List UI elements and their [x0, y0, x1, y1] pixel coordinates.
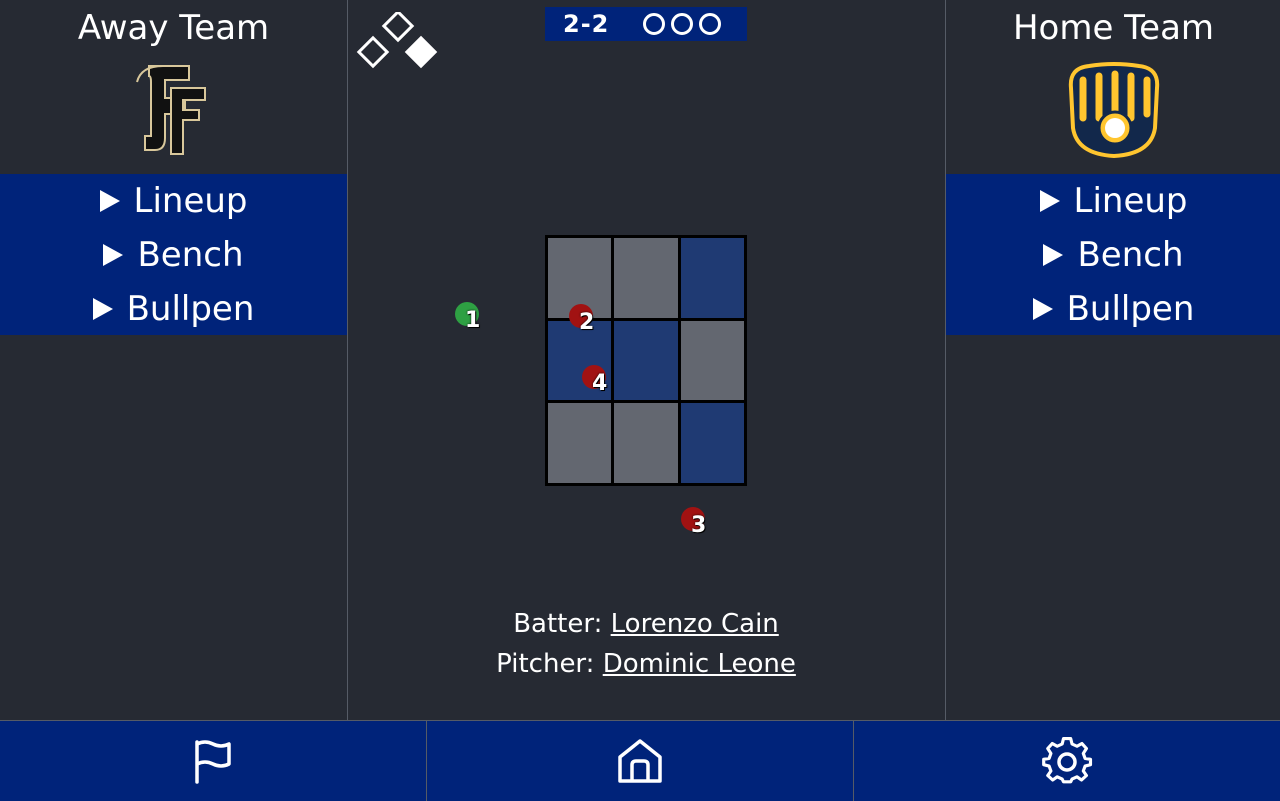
strike-zone-cell: [680, 238, 744, 318]
pitch-number: 3: [691, 513, 707, 538]
home-lineup-button[interactable]: Lineup: [946, 174, 1280, 228]
home-bench-button[interactable]: Bench: [946, 228, 1280, 282]
away-team-panel: Away Team Lineup Bench Bullpen: [0, 0, 348, 720]
batter-line: Batter: Lorenzo Cain: [348, 604, 944, 644]
away-team-title: Away Team: [77, 8, 270, 48]
expand-triangle-icon: [92, 298, 113, 320]
menu-label: Bench: [137, 235, 244, 275]
pitch-number: 1: [465, 308, 481, 333]
pitch-number: 4: [592, 371, 608, 396]
ball-strike-count: 2-2: [563, 10, 610, 38]
home-team-panel: Home Team Lineup Bench Bullpen: [945, 0, 1280, 720]
gear-icon: [1042, 737, 1093, 784]
batter-label: Batter:: [513, 609, 611, 639]
pitcher-name-link[interactable]: Dominic Leone: [603, 649, 796, 679]
away-lineup-button[interactable]: Lineup: [0, 174, 347, 228]
strike-zone-cell: [614, 320, 678, 401]
bases-diamond-icon: [356, 12, 438, 69]
game-center-panel: 2-2 1 2 3 4 Batter: Lorenzo Cain Pitcher: D…: [348, 0, 944, 720]
menu-label: Bullpen: [126, 289, 255, 329]
menu-label: Bullpen: [1066, 289, 1195, 329]
second-base: [381, 12, 415, 43]
expand-triangle-icon: [99, 190, 120, 212]
home-menu: Lineup Bench Bullpen: [946, 174, 1280, 335]
expand-triangle-icon: [1032, 298, 1053, 320]
pitcher-line: Pitcher: Dominic Leone: [348, 644, 944, 684]
matchup-info: Batter: Lorenzo Cain Pitcher: Dominic Le…: [348, 604, 944, 684]
strike-zone-cell: [680, 403, 744, 483]
away-menu: Lineup Bench Bullpen: [0, 174, 347, 335]
out-circle: [643, 13, 666, 35]
expand-triangle-icon: [1039, 190, 1060, 212]
strike-zone: [545, 235, 747, 486]
home-team-title: Home Team: [1012, 8, 1215, 48]
strike-zone-cell: [680, 320, 744, 401]
menu-label: Lineup: [133, 181, 248, 221]
home-icon: [618, 739, 662, 783]
strike-zone-cell: [614, 403, 678, 483]
flag-icon: [195, 740, 231, 784]
strike-zone-cell: [614, 238, 678, 318]
expand-triangle-icon: [1043, 244, 1064, 266]
sf-giants-logo-icon: [135, 65, 206, 155]
first-base: [404, 35, 438, 69]
away-bench-button[interactable]: Bench: [0, 228, 347, 282]
out-circle: [699, 13, 722, 35]
expand-triangle-icon: [103, 244, 124, 266]
away-bullpen-button[interactable]: Bullpen: [0, 282, 347, 336]
batter-name-link[interactable]: Lorenzo Cain: [611, 609, 779, 639]
settings-nav-button[interactable]: [854, 721, 1280, 801]
flag-nav-button[interactable]: [0, 721, 427, 801]
pitch-number: 2: [579, 310, 595, 335]
third-base: [356, 35, 390, 69]
pitcher-label: Pitcher:: [496, 649, 603, 679]
home-bullpen-button[interactable]: Bullpen: [946, 282, 1280, 336]
out-circle: [671, 13, 694, 35]
outs-indicator: [643, 13, 722, 35]
strike-zone-cell: [548, 403, 612, 483]
milwaukee-brewers-logo-icon: [1068, 62, 1159, 159]
menu-label: Bench: [1077, 235, 1184, 275]
bottom-nav: [0, 720, 1280, 801]
home-nav-button[interactable]: [427, 721, 854, 801]
menu-label: Lineup: [1073, 181, 1188, 221]
count-scoreboard: 2-2: [545, 7, 747, 41]
